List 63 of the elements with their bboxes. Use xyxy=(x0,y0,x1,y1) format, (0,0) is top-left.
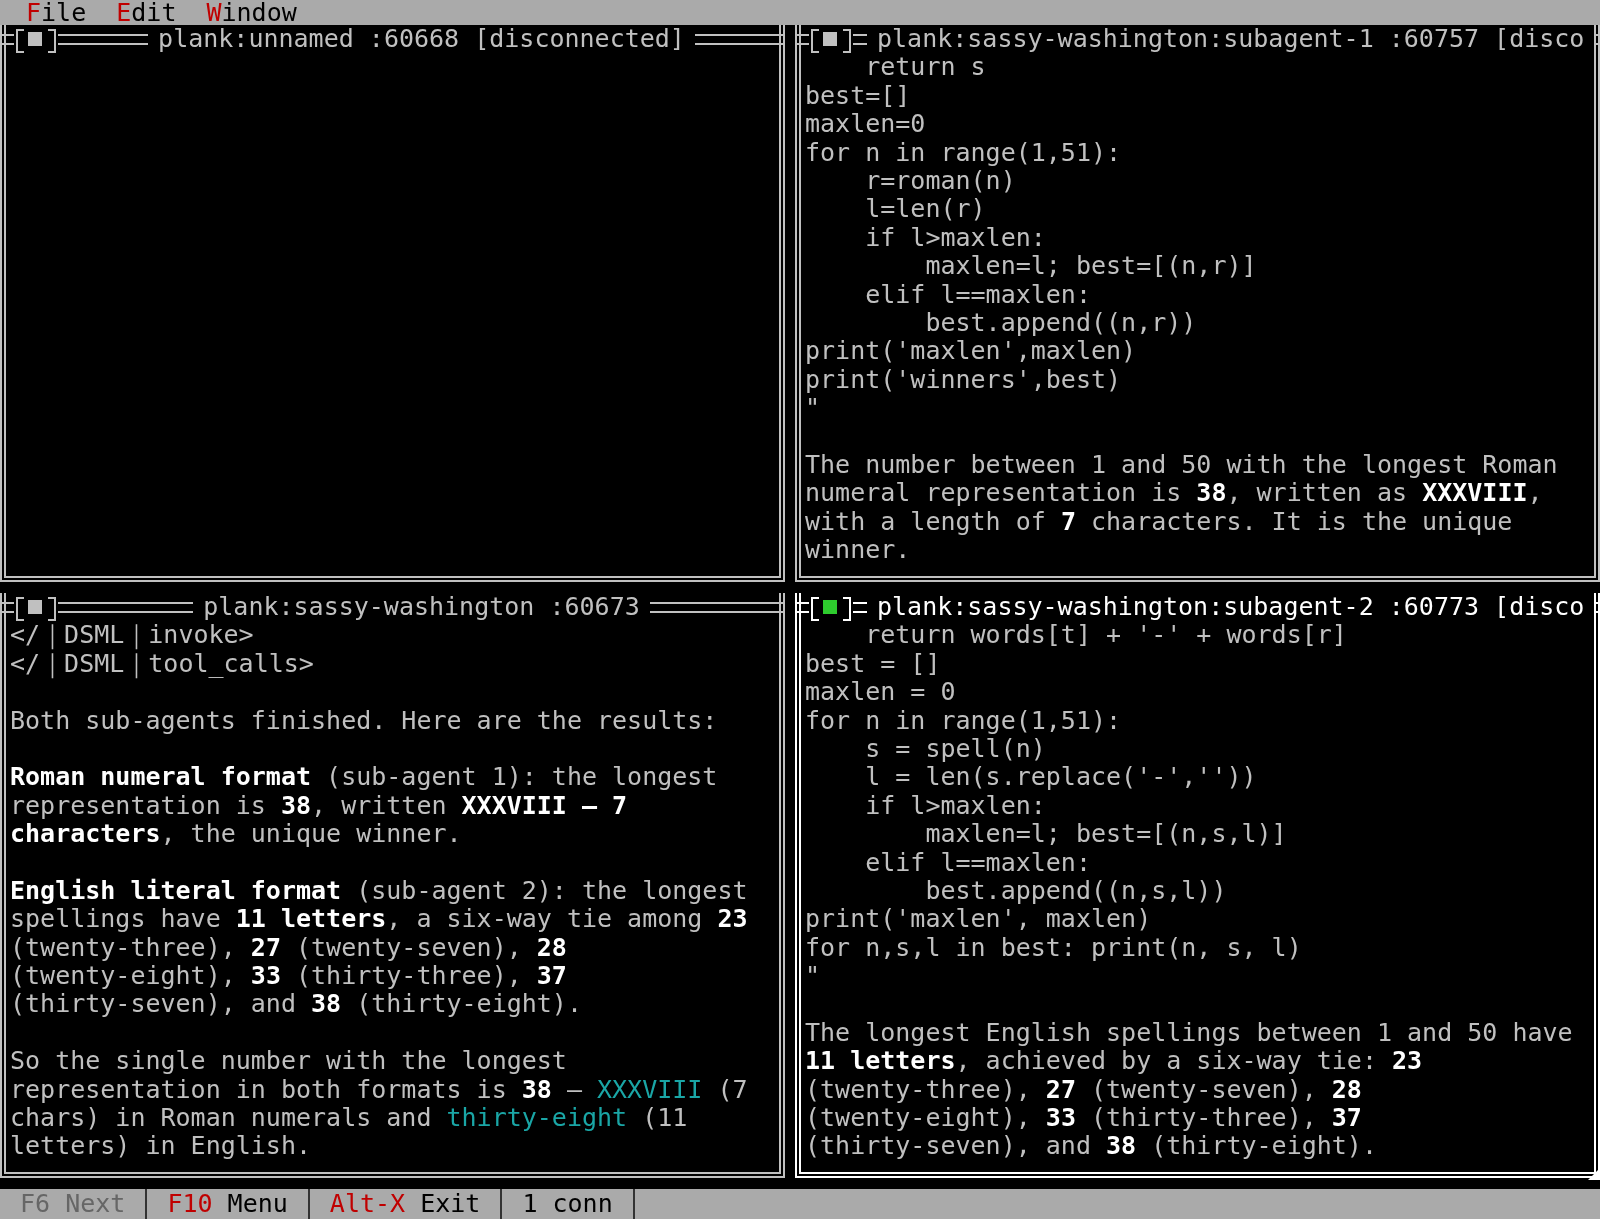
window-title: plank:unnamed :60668 [disconnected] xyxy=(157,25,686,54)
terminal-line: The longest English spellings between 1 and 50 have xyxy=(805,1018,1574,1048)
window-title: plank:sassy-washington:subagent-2 :60773 [disco xyxy=(876,593,1586,622)
terminal-line: spellings have 11 letters, a six-way tie among 23 xyxy=(10,905,749,934)
terminal-line: s = spell(n) xyxy=(864,734,1046,764)
terminal-line: return words[t] + '-' + words[r] xyxy=(864,621,1348,650)
terminal-line: " xyxy=(805,394,822,423)
terminal-line: (twenty-three), 27 (twenty-seven), 28 xyxy=(10,933,568,963)
terminal-line: maxlen = 0 xyxy=(805,678,957,707)
menu-item[interactable]: Window xyxy=(206,0,297,25)
terminal-line: </｜DSML｜invoke> xyxy=(10,621,255,650)
terminal-line: (twenty-eight), 33 (thirty-three), 37 xyxy=(10,962,568,991)
terminal-line: Roman numeral format (sub-agent 1): the longest xyxy=(10,763,719,792)
terminal-line: best=[] xyxy=(805,81,912,111)
terminal-line: (thirty-seven), and 38 (thirty-eight). xyxy=(805,1132,1378,1161)
terminal-line: letters) in English. xyxy=(10,1132,313,1161)
terminal-line: print('maxlen',maxlen) xyxy=(805,337,1138,366)
terminal-line: return s xyxy=(864,53,987,82)
terminal-line: chars) in Roman numerals and thirty-eight (11 xyxy=(10,1104,689,1133)
terminal-line: l = len(s.replace('-','')) xyxy=(864,763,1258,792)
close-box-icon[interactable] xyxy=(14,26,58,53)
terminal-line: 11 letters, achieved by a six-way tie: 23 xyxy=(805,1047,1424,1076)
window-title: plank:sassy-washington :60673 xyxy=(202,593,641,622)
terminal-line: elif l==maxlen: xyxy=(864,280,1092,309)
terminal-line: print('winners',best) xyxy=(805,365,1123,395)
terminal-line: " xyxy=(805,962,822,991)
terminal-line: characters, the unique winner. xyxy=(10,820,463,849)
terminal-line: maxlen=l; best=[(n,r)] xyxy=(924,252,1258,281)
terminal-line: best = [] xyxy=(805,649,942,679)
terminal-line: print('maxlen', maxlen) xyxy=(805,905,1153,934)
close-box-icon[interactable] xyxy=(809,26,853,53)
terminal-line: winner. xyxy=(805,536,912,565)
terminal-line: </｜DSML｜tool_calls> xyxy=(10,649,315,679)
terminal-line: representation is 38, written XXXVIII — 7 xyxy=(10,791,629,821)
menu-item[interactable]: File xyxy=(26,0,87,25)
terminal-line: with a length of 7 characters. It is the unique xyxy=(805,507,1514,537)
terminal-line: (twenty-eight), 33 (thirty-three), 37 xyxy=(805,1104,1363,1133)
terminal-line: English literal format (sub-agent 2): the longest xyxy=(10,876,749,906)
close-box-icon[interactable] xyxy=(14,594,58,621)
frame-line xyxy=(853,601,867,613)
terminal-line: if l>maxlen: xyxy=(864,223,1047,253)
terminal-line: So the single number with the longest xyxy=(10,1047,568,1076)
terminal-line: The number between 1 and 50 with the longest Roman xyxy=(805,450,1559,480)
terminal-line: maxlen=0 xyxy=(805,110,927,139)
close-box-icon[interactable] xyxy=(809,594,853,621)
terminal-line: if l>maxlen: xyxy=(864,791,1047,821)
terminal-line: for n,s,l in best: print(n, s, l) xyxy=(805,933,1303,963)
terminal-line: elif l==maxlen: xyxy=(864,848,1092,877)
terminal-line: (thirty-seven), and 38 (thirty-eight). xyxy=(10,990,583,1019)
terminal-line: for n in range(1,51): xyxy=(805,706,1123,735)
terminal-line: maxlen=l; best=[(n,s,l)] xyxy=(924,820,1288,849)
window-title: plank:sassy-washington:subagent-1 :60757 [disco xyxy=(876,25,1586,54)
terminal-line: best.append((n,s,l)) xyxy=(924,876,1228,906)
terminal-line: representation in both formats is 38 — XXXVIII (7 xyxy=(10,1075,749,1105)
terminal-line: r=roman(n) xyxy=(864,166,1016,196)
terminal-line: l=len(r) xyxy=(864,195,987,224)
terminal-line: numeral representation is 38, written as XXXVIII, xyxy=(805,479,1544,508)
menu-item[interactable]: Edit xyxy=(116,0,177,25)
terminal-line: for n in range(1,51): xyxy=(805,138,1123,167)
terminal-line: (twenty-three), 27 (twenty-seven), 28 xyxy=(805,1075,1363,1105)
terminal-line: best.append((n,r)) xyxy=(924,308,1198,338)
terminal-line: Both sub-agents finished. Here are the results: xyxy=(10,706,719,735)
frame-line xyxy=(853,33,867,45)
